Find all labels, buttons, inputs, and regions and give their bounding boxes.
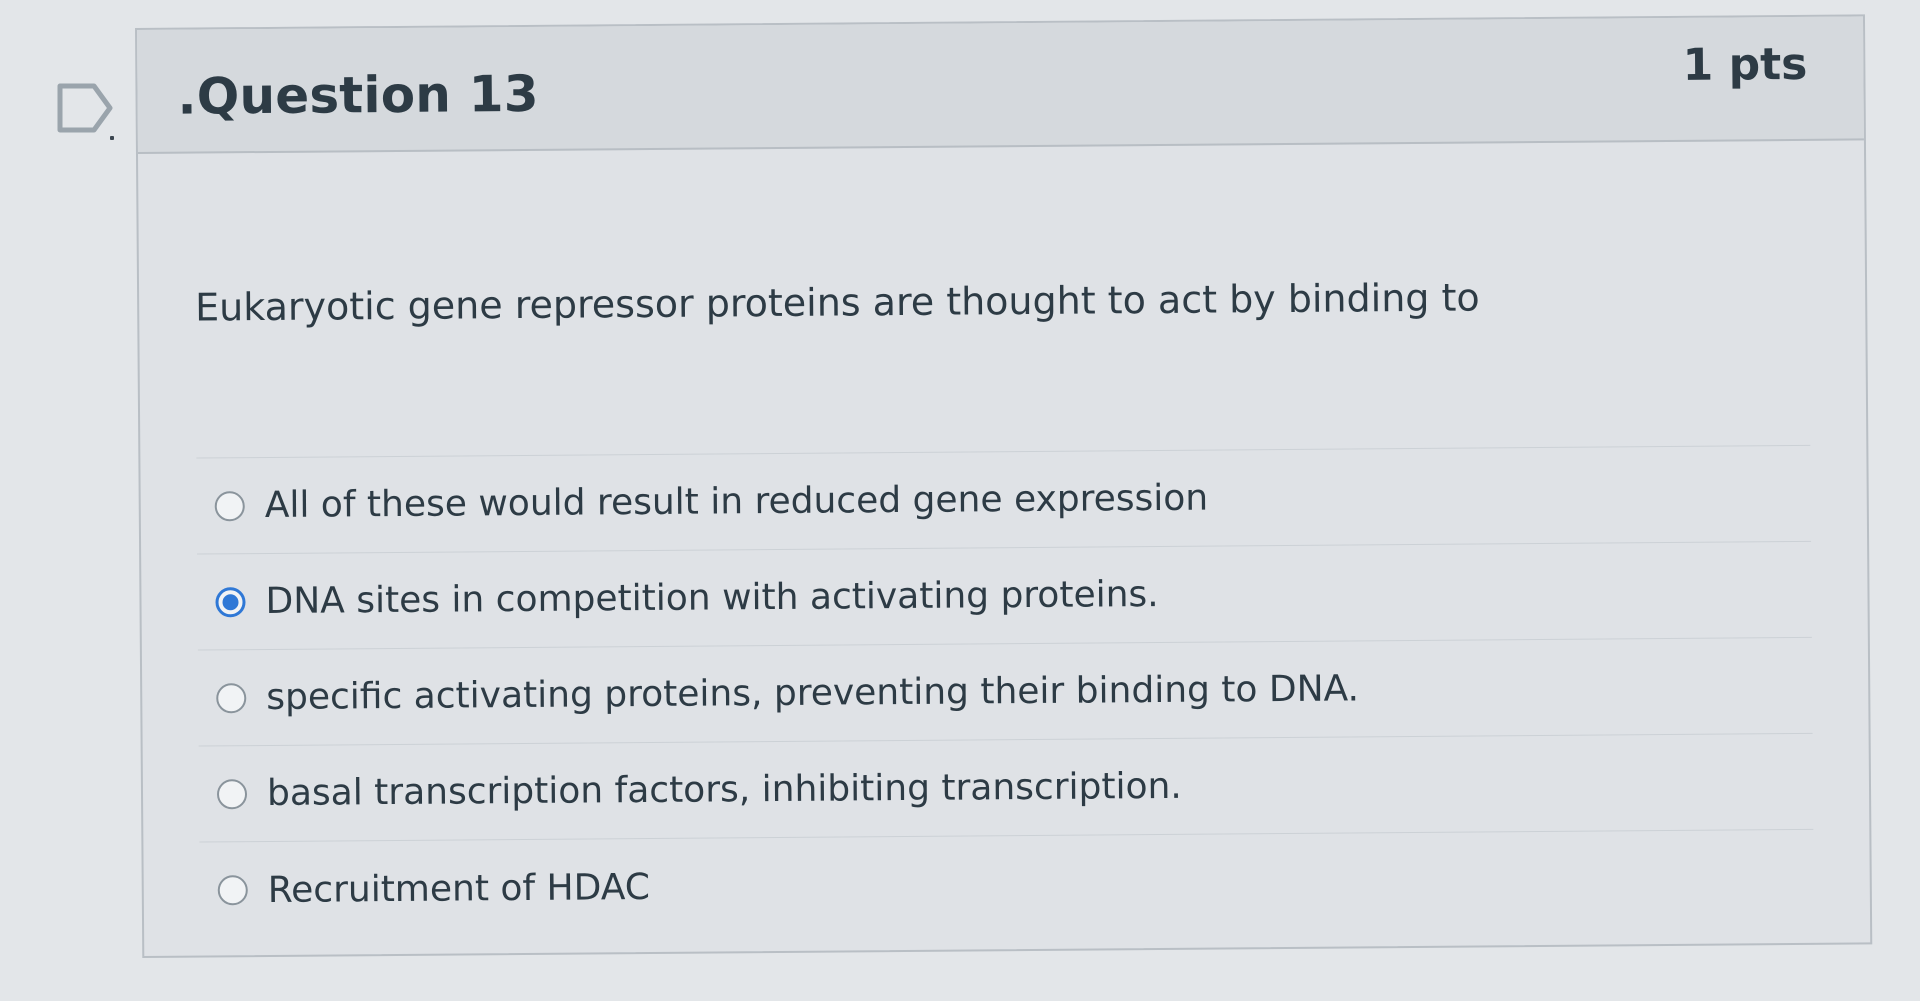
flag-indicator-dot — [110, 136, 114, 140]
answer-option-5[interactable]: Recruitment of HDAC — [199, 830, 1814, 939]
radio-button-selected[interactable] — [215, 586, 246, 617]
radio-button[interactable] — [214, 490, 245, 521]
answer-label[interactable]: DNA sites in competition with activating… — [265, 574, 1158, 622]
question-header: .Question 13 1 pts — [137, 16, 1864, 154]
flag-question-icon[interactable] — [56, 80, 116, 140]
answer-label[interactable]: All of these would result in reduced gen… — [265, 478, 1209, 526]
answer-label[interactable]: Recruitment of HDAC — [268, 866, 650, 910]
radio-button[interactable] — [216, 778, 248, 809]
question-text: Eukaryotic gene repressor proteins are t… — [195, 275, 1480, 330]
answer-option-3[interactable]: specific activating proteins, preventing… — [197, 637, 1813, 747]
question-title: .Question 13 — [177, 64, 539, 126]
radio-button[interactable] — [216, 682, 247, 713]
question-points: 1 pts — [1682, 38, 1808, 91]
answer-label[interactable]: specific activating proteins, preventing… — [266, 668, 1359, 718]
answer-option-1[interactable]: All of these would result in reduced gen… — [196, 445, 1812, 555]
radio-button[interactable] — [217, 875, 248, 906]
question-body: Eukaryotic gene repressor proteins are t… — [138, 140, 1870, 939]
question-card: .Question 13 1 pts Eukaryotic gene repre… — [135, 14, 1873, 958]
answer-label[interactable]: basal transcription factors, inhibiting … — [267, 766, 1182, 814]
answer-list: All of these would result in reduced gen… — [196, 444, 1815, 939]
answer-option-2[interactable]: DNA sites in competition with activating… — [197, 541, 1812, 651]
answer-option-4[interactable]: basal transcription factors, inhibiting … — [198, 733, 1814, 843]
